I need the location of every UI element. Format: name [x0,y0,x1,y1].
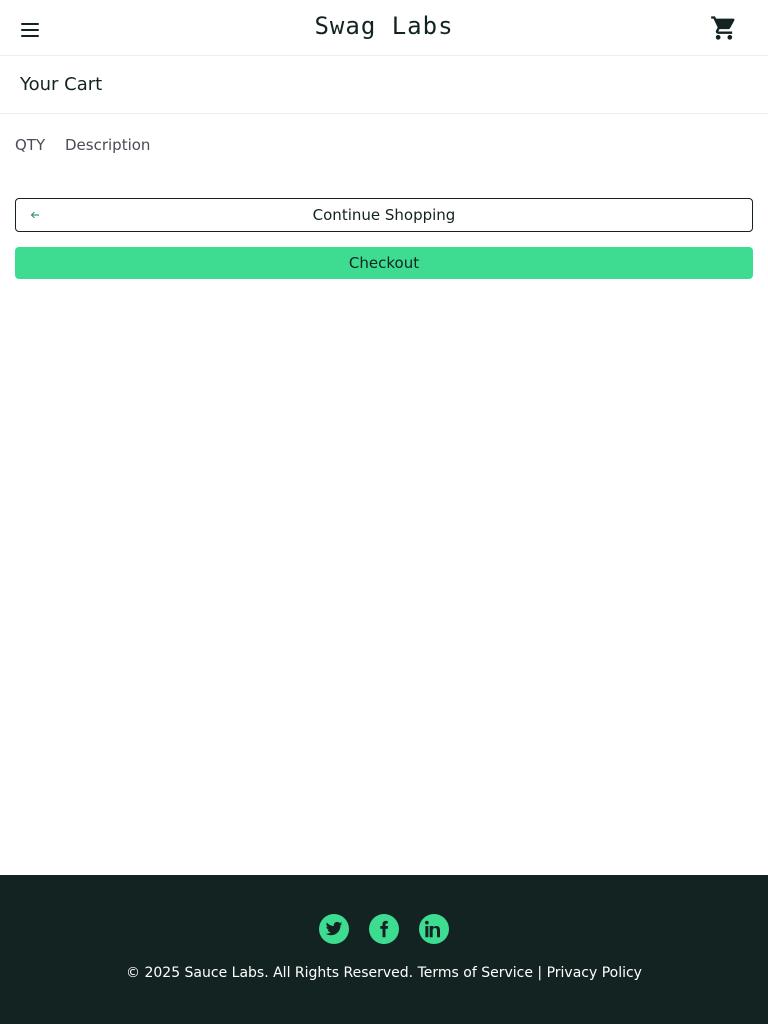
facebook-icon [380,920,389,938]
page: Swag Labs Your Cart QTY Description Cont… [0,0,768,1024]
continue-shopping-button[interactable]: Continue Shopping [15,198,753,232]
primary-header: Swag Labs [0,0,768,56]
footer: © 2025 Sauce Labs. All Rights Reserved. … [0,875,768,1024]
copyright-text: © 2025 Sauce Labs. All Rights Reserved. … [126,965,642,981]
twitter-icon [325,921,343,936]
shopping-cart-icon [711,16,735,40]
app-logo: Swag Labs [314,12,454,40]
secondary-header: Your Cart [0,57,768,114]
arrow-left-icon [30,211,39,219]
page-title: Your Cart [20,74,103,95]
qty-label: QTY [15,136,46,154]
cart-list-header: QTY Description [15,136,150,154]
checkout-label: Checkout [348,254,420,272]
twitter-link[interactable] [319,914,349,944]
social-links [0,914,768,944]
description-label: Description [65,136,151,154]
shopping-cart-button[interactable] [710,14,738,42]
linkedin-icon [425,920,440,938]
checkout-button[interactable]: Checkout [15,247,753,279]
facebook-link[interactable] [369,914,399,944]
continue-shopping-label: Continue Shopping [312,206,456,224]
linkedin-link[interactable] [419,914,449,944]
